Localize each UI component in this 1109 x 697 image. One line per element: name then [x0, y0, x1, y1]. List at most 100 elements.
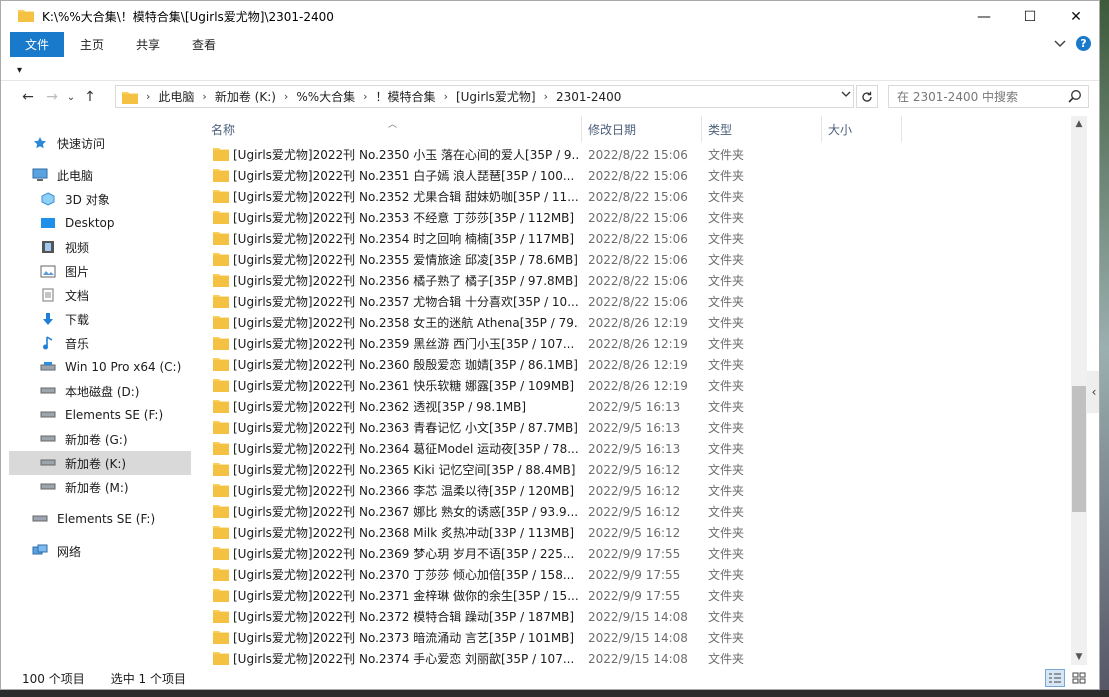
folder-icon [213, 525, 229, 542]
folder-icon [122, 90, 138, 104]
breadcrumb-separator-icon[interactable]: › [200, 90, 208, 103]
sidebar-item-3d-objects[interactable]: 3D 对象 [39, 187, 110, 211]
details-view-button[interactable] [1045, 669, 1065, 687]
tab-view[interactable]: 查看 [176, 32, 232, 57]
file-date: 2022/8/22 15:06 [588, 231, 688, 246]
maximize-button[interactable]: ☐ [1007, 1, 1053, 32]
breadcrumb-collection[interactable]: %%大合集 [290, 88, 361, 105]
scroll-up-icon[interactable]: ▲ [1071, 116, 1087, 132]
help-icon[interactable]: ? [1076, 36, 1091, 51]
table-row[interactable]: [Ugirls爱尤物]2022刊 No.2371 金梓琳 做你的余生[35P /… [213, 585, 933, 606]
breadcrumb-separator-icon[interactable]: › [542, 90, 550, 103]
file-name: [Ugirls爱尤物]2022刊 No.2367 娜比 熟女的诱惑[35P / … [233, 505, 579, 519]
large-icons-view-button[interactable] [1069, 669, 1089, 687]
sidebar-item-label: 图片 [65, 264, 90, 279]
table-row[interactable]: [Ugirls爱尤物]2022刊 No.2363 青春记忆 小文[35P / 8… [213, 417, 933, 438]
vertical-scrollbar[interactable]: ▲ ▼ [1071, 116, 1087, 665]
search-input[interactable]: 在 2301-2400 中搜索 [888, 85, 1089, 108]
sidebar-item-drive-f[interactable]: Elements SE (F:) [39, 403, 163, 427]
scroll-down-icon[interactable]: ▼ [1071, 649, 1087, 665]
address-dropdown-icon[interactable] [841, 89, 851, 100]
breadcrumb-separator-icon[interactable]: › [361, 90, 369, 103]
table-row[interactable]: [Ugirls爱尤物]2022刊 No.2361 快乐软糖 娜露[35P / 1… [213, 375, 933, 396]
breadcrumb-current[interactable]: 2301-2400 [550, 90, 627, 104]
breadcrumb-model-collection[interactable]: ！模特合集 [370, 88, 442, 105]
sidebar-item-videos[interactable]: 视频 [39, 235, 89, 259]
file-date: 2022/8/22 15:06 [588, 147, 688, 162]
table-row[interactable]: [Ugirls爱尤物]2022刊 No.2354 时之回响 楠楠[35P / 1… [213, 228, 933, 249]
sidebar-item-this-pc[interactable]: 此电脑 [31, 163, 93, 187]
table-row[interactable]: [Ugirls爱尤物]2022刊 No.2351 白子嫣 浪人琵琶[35P / … [213, 165, 933, 186]
table-row[interactable]: [Ugirls爱尤物]2022刊 No.2373 暗流涌动 言艺[35P / 1… [213, 627, 933, 648]
status-bar: 100 个项目 选中 1 个项目 [1, 666, 1099, 689]
table-row[interactable]: [Ugirls爱尤物]2022刊 No.2356 橘子熟了 橘子[35P / 9… [213, 270, 933, 291]
sidebar-item-elements-se[interactable]: Elements SE (F:) [31, 507, 155, 531]
folder-icon [213, 588, 229, 605]
up-button[interactable]: ↑ [78, 85, 102, 109]
sidebar-item-label: 文档 [65, 288, 90, 303]
table-row[interactable]: [Ugirls爱尤物]2022刊 No.2370 丁莎莎 倾心加倍[35P / … [213, 564, 933, 585]
table-row[interactable]: [Ugirls爱尤物]2022刊 No.2355 爱情旅途 邱凌[35P / 7… [213, 249, 933, 270]
table-row[interactable]: [Ugirls爱尤物]2022刊 No.2365 Kiki 记忆空间[35P /… [213, 459, 933, 480]
picture-icon [39, 263, 57, 279]
table-row[interactable]: [Ugirls爱尤物]2022刊 No.2360 殷殷爱恋 珈婧[35P / 8… [213, 354, 933, 375]
table-row[interactable]: [Ugirls爱尤物]2022刊 No.2350 小玉 落在心间的爱人[35P … [213, 144, 933, 165]
sidebar-item-drive-k[interactable]: 新加卷 (K:) [9, 451, 191, 475]
sidebar-item-drive-d[interactable]: 本地磁盘 (D:) [39, 379, 139, 403]
tab-file[interactable]: 文件 [10, 32, 65, 57]
column-header-name[interactable]: 名称 [205, 116, 582, 142]
sidebar-item-quick-access[interactable]: 快速访问 [31, 131, 105, 155]
tab-share[interactable]: 共享 [120, 32, 176, 57]
sidebar-item-downloads[interactable]: 下载 [39, 307, 89, 331]
sidebar-item-pictures[interactable]: 图片 [39, 259, 89, 283]
forward-button[interactable]: → [40, 85, 64, 109]
sidebar-item-documents[interactable]: 文档 [39, 283, 89, 307]
table-row[interactable]: [Ugirls爱尤物]2022刊 No.2368 Milk 炙热冲动[33P /… [213, 522, 933, 543]
breadcrumb-drive-k[interactable]: 新加卷 (K:) [209, 88, 282, 105]
table-row[interactable]: [Ugirls爱尤物]2022刊 No.2369 梦心玥 岁月不语[35P / … [213, 543, 933, 564]
sidebar-item-drive-c[interactable]: Win 10 Pro x64 (C:) [39, 355, 181, 379]
table-row[interactable]: [Ugirls爱尤物]2022刊 No.2372 模特合辑 躁动[35P / 1… [213, 606, 933, 627]
breadcrumb-separator-icon[interactable]: › [282, 90, 290, 103]
preview-pane-toggle[interactable]: ‹ [1087, 371, 1099, 413]
column-header-date[interactable]: 修改日期 [582, 116, 702, 142]
recent-locations-button[interactable]: ⌄ [64, 85, 78, 109]
file-date: 2022/8/22 15:06 [588, 210, 688, 225]
sidebar-item-drive-g[interactable]: 新加卷 (G:) [39, 427, 128, 451]
table-row[interactable]: [Ugirls爱尤物]2022刊 No.2362 透视[35P / 98.1MB… [213, 396, 933, 417]
large-icons-view-icon [1072, 672, 1086, 684]
sidebar-item-music[interactable]: 音乐 [39, 331, 89, 355]
tab-home[interactable]: 主页 [64, 32, 120, 57]
file-type: 文件夹 [708, 337, 745, 351]
file-type: 文件夹 [708, 505, 745, 519]
table-row[interactable]: [Ugirls爱尤物]2022刊 No.2357 尤物合辑 十分喜欢[35P /… [213, 291, 933, 312]
table-row[interactable]: [Ugirls爱尤物]2022刊 No.2352 尤果合辑 甜妹奶咖[35P /… [213, 186, 933, 207]
table-row[interactable]: [Ugirls爱尤物]2022刊 No.2364 葛征Model 运动夜[35P… [213, 438, 933, 459]
table-row[interactable]: [Ugirls爱尤物]2022刊 No.2358 女王的迷航 Athena[35… [213, 312, 933, 333]
customize-toolbar-button[interactable]: ▾ [17, 65, 22, 76]
document-icon [39, 287, 57, 303]
table-row[interactable]: [Ugirls爱尤物]2022刊 No.2359 黑丝游 西门小玉[35P / … [213, 333, 933, 354]
address-bar[interactable]: › 此电脑 › 新加卷 (K:) › %%大合集 › ！模特合集 › [Ugir… [115, 85, 854, 108]
file-type: 文件夹 [708, 610, 745, 624]
back-button[interactable]: ← [16, 85, 40, 109]
breadcrumb-separator-icon[interactable]: › [442, 90, 450, 103]
sidebar-item-drive-m[interactable]: 新加卷 (M:) [39, 475, 129, 499]
scrollbar-thumb[interactable] [1072, 386, 1086, 512]
close-button[interactable]: ✕ [1053, 1, 1099, 32]
refresh-button[interactable] [856, 85, 878, 108]
table-row[interactable]: [Ugirls爱尤物]2022刊 No.2367 娜比 熟女的诱惑[35P / … [213, 501, 933, 522]
table-row[interactable]: [Ugirls爱尤物]2022刊 No.2353 不经意 丁莎莎[35P / 1… [213, 207, 933, 228]
search-icon[interactable] [1068, 89, 1082, 106]
column-header-size[interactable]: 大小 [822, 116, 902, 142]
sidebar-item-desktop[interactable]: Desktop [39, 211, 115, 235]
table-row[interactable]: [Ugirls爱尤物]2022刊 No.2366 李芯 温柔以待[35P / 1… [213, 480, 933, 501]
folder-icon [213, 336, 229, 353]
sidebar-item-network[interactable]: 网络 [31, 539, 81, 563]
breadcrumb-this-pc[interactable]: 此电脑 [152, 88, 200, 105]
chevron-down-icon[interactable] [1054, 37, 1066, 51]
breadcrumb-ugirls[interactable]: [Ugirls爱尤物] [450, 88, 542, 105]
minimize-button[interactable]: — [961, 1, 1007, 32]
file-date: 2022/8/26 12:19 [588, 336, 688, 351]
column-header-type[interactable]: 类型 [702, 116, 822, 142]
